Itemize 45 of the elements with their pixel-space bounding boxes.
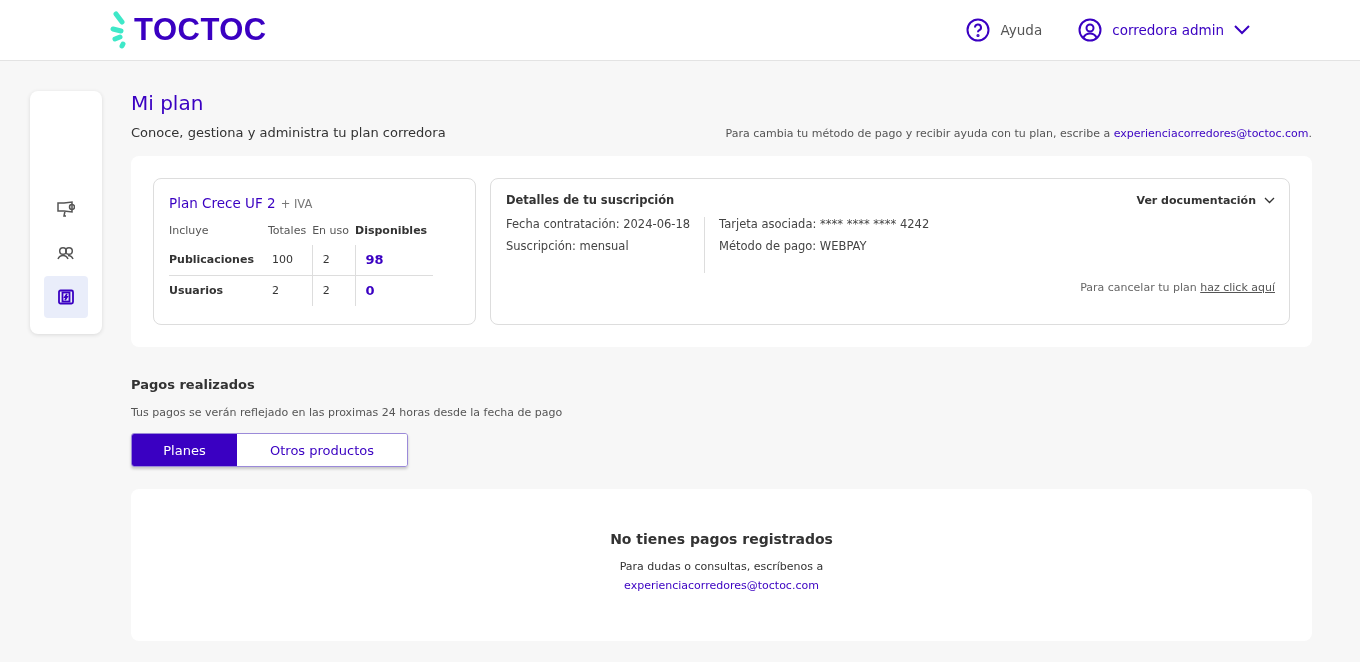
column-header: En uso [312, 224, 355, 245]
subscription-title: Detalles de tu suscripción [506, 193, 675, 207]
user-menu[interactable]: corredora admin [1078, 18, 1250, 42]
page-subtitle: Conoce, gestiona y administra tu plan corredora [131, 125, 446, 140]
user-icon [1078, 18, 1103, 42]
table-cell: Publicaciones [169, 245, 268, 276]
payment-detail: Método de pago: WEBPAY [719, 239, 868, 253]
table-cell: 2 [312, 245, 355, 276]
column-header: Incluye [169, 224, 268, 245]
subscription-detail: Fecha contratación: 2024-06-18 [506, 217, 691, 231]
table-cell: 100 [267, 245, 313, 276]
column-header: Disponibles [355, 224, 434, 245]
subscription-detail: Suscripción: mensual [506, 239, 630, 253]
sidebar-item[interactable] [44, 276, 88, 318]
column-header: Totales [267, 224, 313, 245]
empty-state-title: No tienes pagos registrados [610, 531, 833, 547]
users-icon [57, 246, 75, 260]
document-icon [58, 289, 74, 305]
megaphone-icon [57, 201, 75, 217]
table-cell: 98 [355, 245, 434, 276]
email-link[interactable]: experienciacorredores@toctoc.com [624, 576, 819, 595]
table-cell: 0 [355, 275, 434, 306]
cancel-plan-text: Para cancelar tu plan haz click aquí [1079, 281, 1275, 294]
cancel-plan-link[interactable]: haz click aquí [1200, 281, 1275, 294]
help-icon [966, 18, 991, 42]
plan-name: Plan Crece UF 2 [169, 195, 276, 211]
tab[interactable]: Planes [132, 434, 237, 466]
payment-detail: Tarjeta asociada: **** **** **** 4242 [719, 217, 930, 231]
table-cell: Usuarios [169, 275, 268, 306]
help-button[interactable]: Ayuda [966, 18, 1043, 42]
section-title: Pagos realizados [131, 377, 256, 392]
logo-text: TOCTOC [134, 12, 267, 48]
payment-notice: Para cambia tu método de pago y recibir ayuda con tu plan, escribe a experienciacorredores@toctoc.com. [725, 127, 1312, 140]
chevron-down-icon [1264, 196, 1275, 204]
page-title: Mi plan [131, 91, 205, 115]
empty-state-text: Para dudas o consultas, escríbenos a [619, 559, 824, 575]
chevron-down-icon [1234, 25, 1250, 35]
documentation-dropdown[interactable]: Ver documentación [1136, 193, 1275, 207]
table-cell: 2 [312, 275, 355, 306]
section-subtitle: Tus pagos se verán reflejado en las proximas 24 horas desde la fecha de pago [131, 406, 564, 419]
toctoc-logo[interactable]: TOCTOC [110, 10, 267, 50]
plan-tax-note: + IVA [280, 197, 313, 211]
table-cell: 2 [267, 275, 313, 306]
email-link[interactable]: experienciacorredores@toctoc.com [1113, 127, 1309, 140]
tab[interactable]: Otros productos [237, 434, 407, 466]
